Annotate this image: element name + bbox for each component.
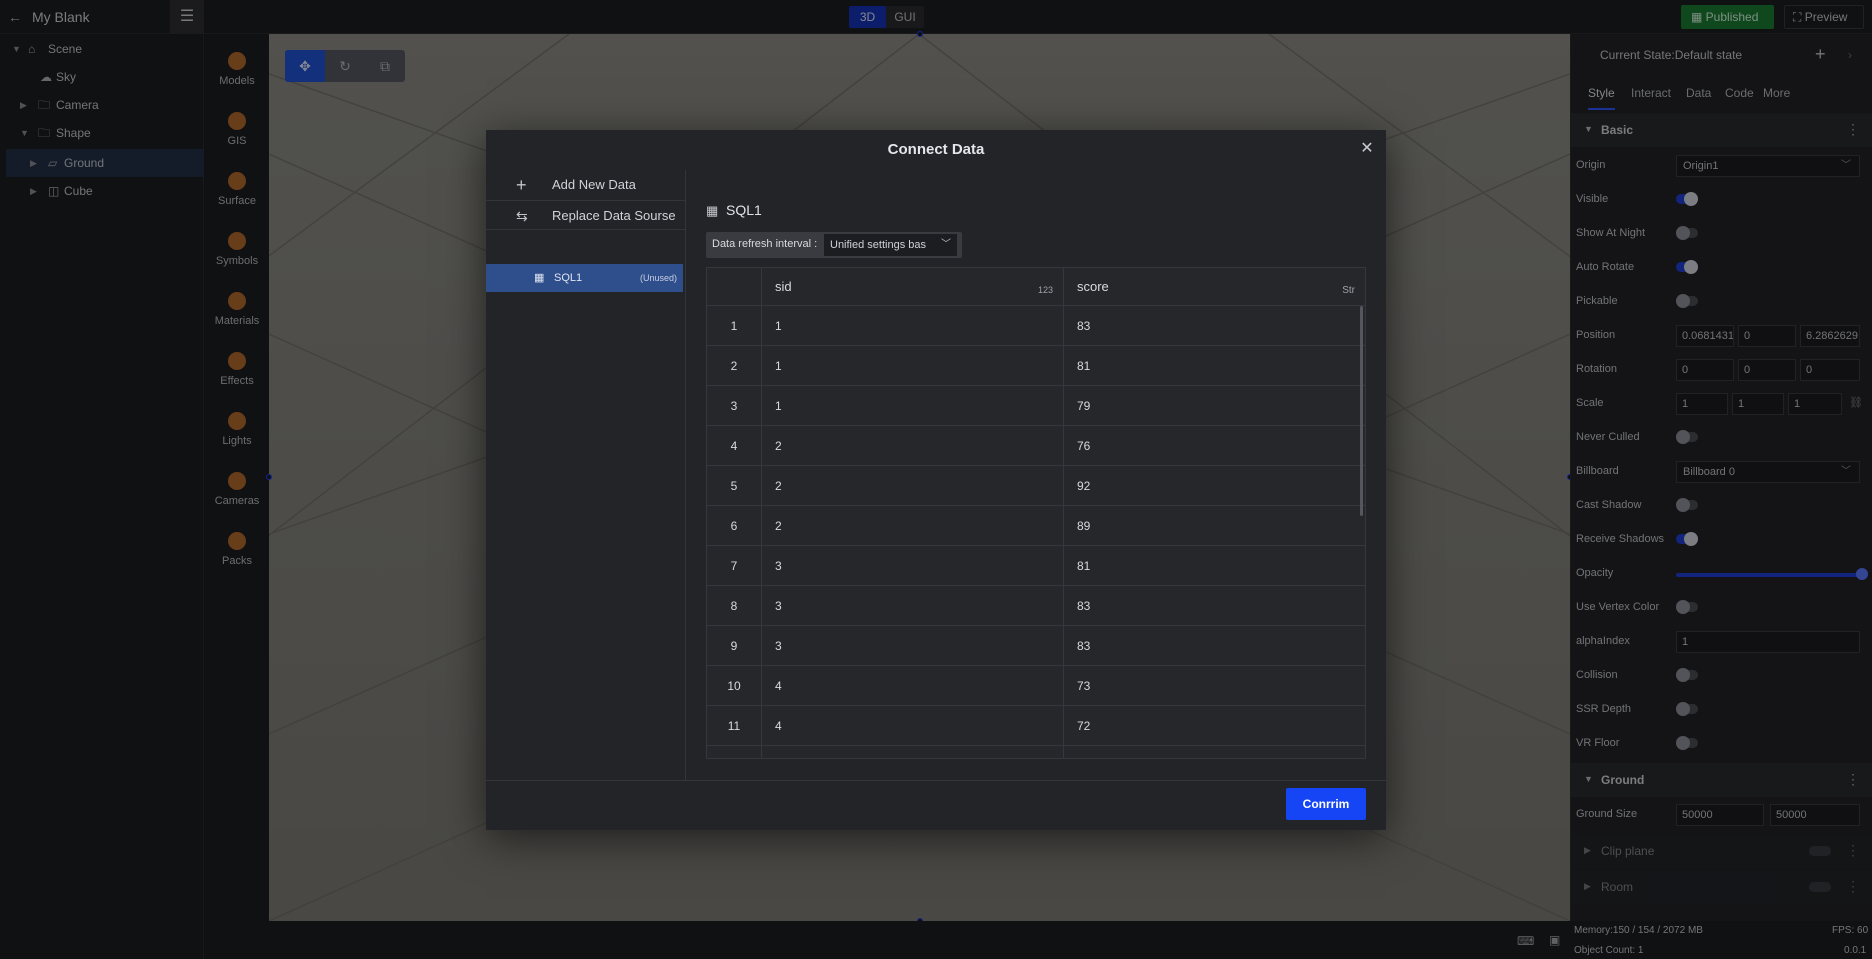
plus-icon: +	[516, 175, 527, 195]
cell-sid: 4	[775, 679, 782, 693]
dialog-footer	[486, 780, 1386, 830]
cell-sid: 3	[775, 599, 782, 613]
cell-sid: 1	[775, 359, 782, 373]
row-index: 6	[730, 519, 738, 533]
data-source-sidebar: + Add New Data ⇆ Replace Data Sourse ▦ i…	[486, 170, 686, 780]
string-type-icon: Str	[1342, 285, 1355, 296]
cell-score: 89	[1077, 519, 1091, 533]
cell-sid: 2	[775, 479, 782, 493]
chevron-down-icon: ﹀	[941, 239, 951, 250]
confirm-button[interactable]: Conrrim	[1286, 788, 1366, 820]
number-type-icon: 123	[1037, 285, 1053, 295]
cell-score: 83	[1077, 639, 1091, 653]
cell-score: 79	[1077, 399, 1091, 413]
cell-score: 76	[1077, 439, 1091, 453]
add-new-data-label: Add New Data	[552, 177, 636, 192]
row-index: 1	[730, 319, 738, 333]
row-index: 8	[730, 599, 738, 613]
column-header-label: score	[1077, 279, 1109, 294]
table-row[interactable]: 8 3 83	[707, 586, 1365, 626]
table-row[interactable]: 7 3 81	[707, 546, 1365, 586]
table-row[interactable]: 3 1 79	[707, 386, 1365, 426]
select-value: Unified settings bas	[830, 239, 926, 251]
table-row[interactable]: 1 1 83	[707, 306, 1365, 346]
row-index: 2	[730, 359, 738, 373]
row-index: 10	[727, 679, 741, 693]
column-header-label: sid	[775, 279, 792, 294]
close-icon[interactable]: ✕	[1358, 140, 1376, 158]
table-row[interactable]: 10 4 73	[707, 666, 1365, 706]
add-new-data-button[interactable]: + Add New Data	[486, 170, 685, 200]
row-index: 9	[730, 639, 738, 653]
table-row[interactable]: 9 3 83	[707, 626, 1365, 666]
table-row[interactable]: 4 2 76	[707, 426, 1365, 466]
table-row[interactable]: 6 2 89	[707, 506, 1365, 546]
content-title: SQL1	[726, 202, 762, 218]
cell-score: 92	[1077, 479, 1091, 493]
table-row[interactable]: 2 1 81	[707, 346, 1365, 386]
cell-score: 81	[1077, 559, 1091, 573]
table-row[interactable]: 11 4 72	[707, 706, 1365, 746]
row-index: 11	[727, 719, 741, 733]
cell-sid: 3	[775, 639, 782, 653]
cell-sid: 2	[775, 439, 782, 453]
dialog-title: Connect Data	[887, 141, 985, 158]
refresh-interval-select[interactable]: Unified settings bas ﹀	[824, 234, 957, 256]
sql-item[interactable]: ▦ SQL1 (Unused)	[486, 264, 683, 292]
index-header	[707, 268, 761, 306]
table-scrollbar[interactable]	[1360, 306, 1363, 516]
swap-icon: ⇆	[516, 208, 528, 224]
row-index: 3	[730, 399, 738, 413]
cell-sid: 1	[775, 319, 782, 333]
column-header-score[interactable]: score Str	[1063, 268, 1365, 306]
cell-score: 83	[1077, 599, 1091, 613]
table-row[interactable]: 5 2 92	[707, 466, 1365, 506]
cell-score: 72	[1077, 719, 1091, 733]
cell-score: 83	[1077, 319, 1091, 333]
cell-sid: 1	[775, 399, 782, 413]
cell-score: 73	[1077, 679, 1091, 693]
replace-data-source-label: Replace Data Sourse	[552, 208, 676, 223]
row-index: 5	[730, 479, 738, 493]
replace-data-source-button[interactable]: ⇆ Replace Data Sourse	[486, 200, 685, 230]
cell-sid: 4	[775, 719, 782, 733]
cell-sid: 2	[775, 519, 782, 533]
refresh-interval-label: Data refresh interval :	[712, 238, 818, 250]
row-index: 4	[730, 439, 738, 453]
sql-item-status: (Unused)	[639, 273, 677, 283]
cell-sid: 3	[775, 559, 782, 573]
table-icon: ▦	[534, 272, 545, 284]
table-icon: ▦	[706, 203, 719, 218]
data-table: sid 123 score Str 1 1 83 2 1 81 3 1 79 4 2 76 52…	[706, 267, 1366, 759]
sql-item-label: SQL1	[554, 272, 583, 284]
column-header-sid[interactable]: sid 123	[761, 268, 1063, 306]
cell-score: 81	[1077, 359, 1091, 373]
row-index: 7	[730, 559, 738, 573]
connect-data-dialog: Connect Data ✕ + Add New Data ⇆ Replace …	[486, 130, 1386, 830]
